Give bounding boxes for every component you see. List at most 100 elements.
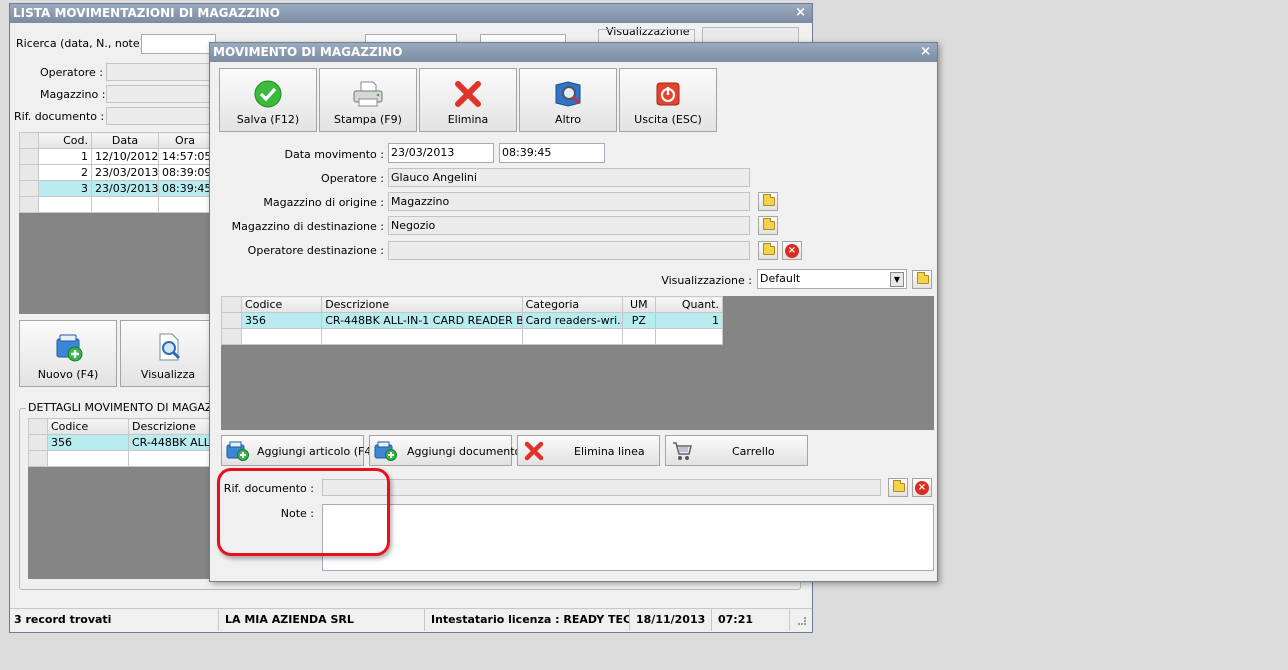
new-button[interactable]: Nuovo (F4) [19,320,117,387]
cart-button[interactable]: Carrello [665,435,808,466]
col-data-header[interactable]: Data [91,132,159,149]
status-bar: 3 record trovati LA MIA AZIENDA SRL Inte… [10,608,812,632]
col-quant-header[interactable]: Quant. [654,296,724,313]
red-x-icon [524,441,544,464]
delete-button[interactable]: Elimina [419,68,517,132]
back-rif-field[interactable] [106,107,216,125]
status-company: LA MIA AZIENDA SRL [221,609,425,631]
cell-quant: 1 [654,312,724,329]
magazzino-origine-field[interactable]: Magazzino [388,192,750,211]
visualizzazione-value: Default [760,272,801,285]
delete-line-button[interactable]: Elimina linea [517,435,660,466]
magazzino-origine-label: Magazzino di origine : [263,196,384,209]
front-window-title: MOVIMENTO DI MAGAZZINO [210,43,937,62]
data-movimento-input[interactable]: 23/03/2013 [388,143,494,163]
exit-button[interactable]: Uscita (ESC) [619,68,717,132]
table-row-empty[interactable] [220,328,724,345]
red-x-icon [453,79,483,112]
view-button[interactable]: Visualizza [120,320,216,387]
back-grid-corner [19,132,39,149]
back-close-icon[interactable]: × [795,4,806,22]
rif-documento-field[interactable] [322,479,881,496]
col-ora-header[interactable]: Ora [158,132,212,149]
operatore-label: Operatore : [321,172,384,185]
cell-codice: 356 [241,312,323,329]
details-col-descrizione[interactable]: Descrizione [128,418,211,435]
annotation-highlight [217,468,390,556]
col-descrizione-header[interactable]: Descrizione [321,296,523,313]
row-indicator [220,312,243,329]
table-row[interactable]: 2 23/03/2013 08:39:09 [19,164,212,181]
cell-descrizione: CR-448BK ALL-IN-1 CARD READER BL... [321,312,523,329]
visualizzazione-label: Visualizzazione : [661,274,752,287]
search-input[interactable] [141,34,216,54]
op-dest-clear-button[interactable]: × [782,241,802,260]
table-row-selected[interactable]: 356 CR-448BK ALL-IN-1 CARD READER BL [28,434,211,451]
chevron-down-icon[interactable]: ▼ [890,272,904,287]
col-categoria-header[interactable]: Categoria [521,296,623,313]
origine-browse-button[interactable] [758,192,778,211]
back-magazzino-field[interactable] [106,85,216,103]
cell-cod: 3 [38,180,92,197]
new-document-icon [52,331,84,366]
table-row-selected[interactable]: 3 23/03/2013 08:39:45 [19,180,212,197]
back-records-table: Cod. Data Ora 1 12/10/2012 14:57:05 2 23… [19,132,212,213]
details-col-codice[interactable]: Codice [47,418,129,435]
cell-data: 23/03/2013 [91,180,159,197]
cell-data: 12/10/2012 [91,148,159,165]
col-um-header[interactable]: UM [621,296,656,313]
note-textarea[interactable] [322,504,934,571]
other-button[interactable]: Altro [519,68,617,132]
destinazione-browse-button[interactable] [758,216,778,235]
visualizzazione-browse-button[interactable] [912,270,932,289]
rif-browse-button[interactable] [888,478,908,497]
print-button[interactable]: Stampa (F9) [319,68,417,132]
row-indicator [28,434,48,451]
add-document-icon [374,440,398,465]
items-grid-corner [220,296,243,313]
row-indicator [19,148,39,165]
row-indicator [19,180,39,197]
back-rif-label: Rif. documento : [14,110,105,123]
search-book-icon [552,79,584,112]
print-label: Stampa (F9) [334,113,402,126]
operatore-field[interactable]: Glauco Angelini [388,168,750,187]
cell-um: PZ [621,312,656,329]
new-button-label: Nuovo (F4) [37,368,99,381]
row-indicator [19,196,39,213]
exit-label: Uscita (ESC) [634,113,702,126]
add-article-button[interactable]: Aggiungi articolo (F4) [221,435,376,466]
rif-clear-button[interactable]: × [912,478,932,497]
visualizzazione-select[interactable]: Default ▼ [757,269,907,289]
delete-label: Elimina [447,113,489,126]
magazzino-destinazione-field[interactable]: Negozio [388,216,750,235]
table-row-selected[interactable]: 356 CR-448BK ALL-IN-1 CARD READER BL... … [220,312,724,329]
printer-icon [351,79,385,112]
save-button[interactable]: Salva (F12) [219,68,317,132]
col-codice-header[interactable]: Codice [241,296,323,313]
table-row-empty[interactable] [28,450,211,467]
delete-line-label: Elimina linea [574,445,645,458]
resize-grip-icon[interactable] [798,617,806,625]
status-license: Intestatario licenza : READY TECNOSOFT [427,609,630,631]
row-indicator [220,328,243,345]
cart-icon [671,440,693,465]
back-magazzino-label: Magazzino : [40,88,106,101]
folder-icon [763,218,775,230]
table-row[interactable]: 1 12/10/2012 14:57:05 [19,148,212,165]
add-article-label: Aggiungi articolo (F4) [257,445,376,458]
back-window-title: LISTA MOVIMENTAZIONI DI MAGAZZINO [10,4,812,23]
save-label: Salva (F12) [236,113,300,126]
data-movimento-label: Data movimento : [284,148,384,161]
add-document-button[interactable]: Aggiungi documento [369,435,521,466]
clear-x-icon: × [785,244,799,258]
table-row-empty[interactable] [19,196,212,213]
col-cod-header[interactable]: Cod. [38,132,92,149]
op-dest-browse-button[interactable] [758,241,778,260]
back-operatore-field[interactable] [106,63,216,81]
magazzino-destinazione-label: Magazzino di destinazione : [231,220,384,233]
status-records: 3 record trovati [10,609,219,631]
ora-movimento-input[interactable]: 08:39:45 [499,143,605,163]
front-close-icon[interactable]: × [920,43,931,61]
operatore-destinazione-field[interactable] [388,241,750,260]
